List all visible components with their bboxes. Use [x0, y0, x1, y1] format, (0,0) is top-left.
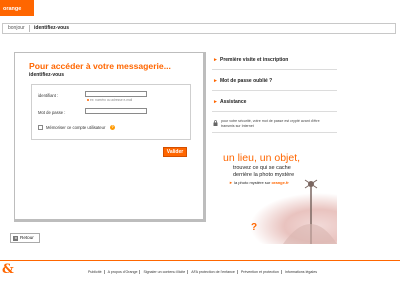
footer-link[interactable]: Publicité — [86, 270, 104, 274]
back-button-label: Retour — [20, 235, 34, 240]
side-link-label: Première visite et inscription — [220, 57, 289, 63]
arrow-right-icon: ► — [213, 78, 218, 84]
breadcrumb-current: identifiez-vous — [34, 25, 70, 31]
promo-headline: un lieu, un objet, — [223, 152, 301, 164]
back-arrow-icon: ◄ — [13, 236, 18, 241]
footer-links: Publicité A propos d'Orange Signaler un … — [86, 270, 319, 276]
promo-line: derrière la photo mystère — [233, 171, 295, 178]
divider — [212, 132, 337, 133]
login-panel: Pour accéder à votre messagerie... ident… — [14, 52, 206, 222]
help-icon[interactable]: ? — [110, 125, 115, 130]
footer-link[interactable]: Signaler un contenu illicite — [141, 270, 187, 274]
divider — [280, 270, 282, 275]
footer-link[interactable]: AFA protection de l'enfance — [189, 270, 237, 274]
orange-logo[interactable]: orange — [0, 0, 34, 16]
remember-checkbox[interactable] — [38, 125, 43, 130]
login-title: Pour accéder à votre messagerie... — [29, 61, 171, 71]
security-note: pour votre sécurité, votre mot de passe … — [221, 119, 320, 128]
promo-cta-prefix: la photo mystère sur — [234, 180, 271, 185]
arrow-right-icon: ► — [229, 180, 233, 185]
password-label: Mot de passe : — [38, 110, 66, 115]
identifier-hint-text: ex: numéro ou adresse e-mail — [90, 98, 133, 102]
footer-link[interactable]: A propos d'Orange — [106, 270, 140, 274]
login-form: identifiant : ex: numéro ou adresse e-ma… — [31, 84, 191, 140]
promo-cta-site: orange.fr — [271, 180, 289, 185]
side-link-assistance[interactable]: ► Assistance — [212, 94, 337, 112]
arrow-right-icon: ► — [213, 57, 218, 63]
password-input[interactable] — [85, 108, 147, 114]
question-mark: ? — [251, 222, 258, 233]
validate-button[interactable]: Valider — [163, 147, 187, 157]
footer-ampersand-logo: & — [2, 262, 14, 277]
back-button[interactable]: ◄ Retour — [10, 233, 40, 243]
divider — [103, 270, 105, 275]
identifier-label: identifiant : — [38, 93, 59, 98]
breadcrumb-separator — [29, 25, 30, 32]
side-link-forgot-password[interactable]: ► Mot de passe oublié ? — [212, 73, 337, 91]
promo-text: trouvez ce qui se cache derrière la phot… — [233, 165, 325, 178]
footer-link[interactable]: Prévention et protection — [239, 270, 281, 274]
hint-bullet-icon — [87, 99, 89, 102]
promo-cta[interactable]: ► la photo mystère sur orange.fr — [229, 180, 289, 185]
identifier-hint: ex: numéro ou adresse e-mail — [87, 98, 132, 102]
remember-label[interactable]: Mémoriser ce compte utilisateur — [46, 125, 105, 130]
lock-icon — [213, 120, 218, 126]
promo-banner[interactable]: un lieu, un objet, trouvez ce qui se cac… — [213, 144, 337, 244]
breadcrumb: bonjour identifiez-vous — [2, 23, 396, 34]
arrow-right-icon: ► — [213, 99, 218, 105]
divider — [236, 270, 238, 275]
identifier-input[interactable] — [85, 91, 147, 97]
footer-link[interactable]: Informations légales — [283, 270, 319, 274]
side-link-label: Assistance — [220, 99, 247, 105]
side-link-first-visit[interactable]: ► Première visite et inscription — [212, 52, 337, 70]
logo-text: orange — [3, 6, 22, 12]
side-link-label: Mot de passe oublié ? — [220, 78, 273, 84]
breadcrumb-home[interactable]: bonjour — [8, 25, 25, 31]
login-subtitle: identifiez-vous — [29, 72, 65, 78]
footer-divider — [0, 260, 400, 261]
